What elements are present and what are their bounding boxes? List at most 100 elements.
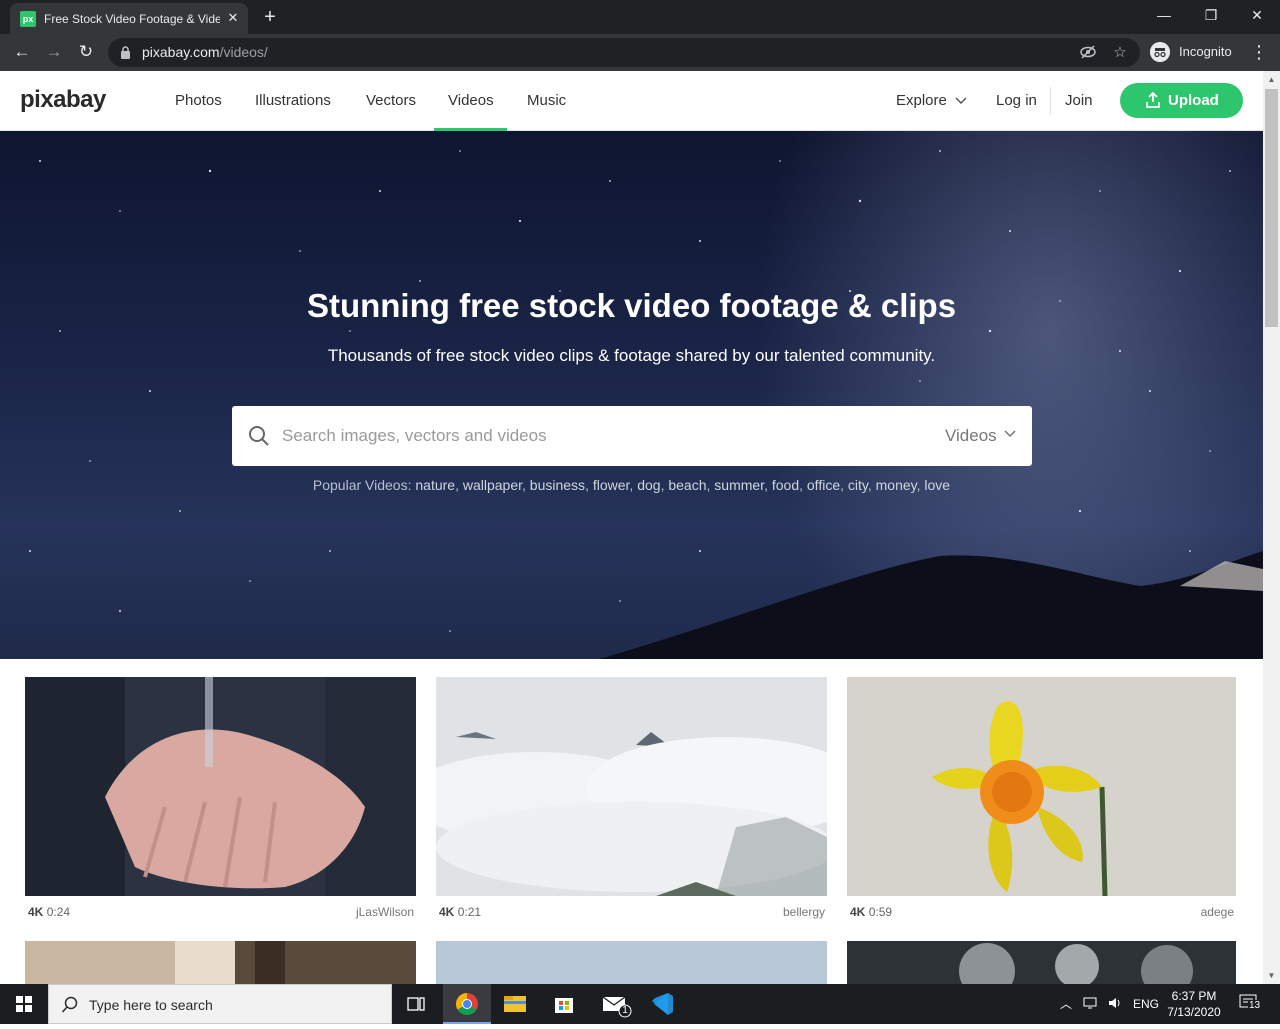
nav-vectors[interactable]: Vectors — [366, 91, 416, 111]
incognito-label: Incognito — [1179, 44, 1232, 59]
video-author-link[interactable]: jLasWilson — [356, 904, 414, 920]
login-link[interactable]: Log in — [996, 91, 1037, 111]
video-meta: 4K 0:59 — [850, 905, 893, 919]
reload-icon[interactable]: ↻ — [72, 39, 100, 67]
video-thumbnail[interactable] — [436, 941, 827, 984]
browser-tab-strip: px Free Stock Video Footage & Videos ✕ +… — [0, 0, 1280, 34]
video-thumbnail[interactable] — [847, 941, 1236, 984]
taskbar-search-box[interactable]: Type here to search — [48, 984, 392, 1024]
eye-slash-icon[interactable] — [1078, 43, 1098, 63]
hero-banner: Stunning free stock video footage & clip… — [0, 131, 1263, 659]
video-meta: 4K 0:24 — [28, 905, 71, 919]
nav-music[interactable]: Music — [527, 91, 566, 111]
action-center-icon[interactable]: 13 — [1238, 992, 1262, 1019]
video-card[interactable]: 4K 0:21 bellergy — [436, 677, 827, 920]
chrome-taskbar-icon[interactable] — [443, 984, 491, 1024]
minimize-window-icon[interactable]: — — [1141, 0, 1187, 32]
popular-term-link[interactable]: food — [772, 477, 799, 493]
video-card[interactable] — [436, 941, 827, 984]
nav-divider — [1050, 87, 1051, 115]
incognito-profile-button[interactable]: Incognito — [1146, 39, 1238, 65]
video-card[interactable] — [25, 941, 416, 984]
video-card[interactable]: 4K 0:59 adege — [847, 677, 1236, 920]
video-thumbnail[interactable] — [25, 677, 416, 896]
mail-icon[interactable]: 1 — [590, 984, 638, 1024]
taskbar-search-placeholder: Type here to search — [89, 997, 213, 1013]
video-thumbnail[interactable] — [25, 941, 416, 984]
volume-icon[interactable] — [1107, 995, 1123, 1016]
popular-term-link[interactable]: nature — [415, 477, 455, 493]
popular-term-link[interactable]: love — [924, 477, 950, 493]
restore-window-icon[interactable]: ❐ — [1188, 0, 1234, 32]
hero-subtitle: Thousands of free stock video clips & fo… — [327, 346, 936, 365]
popular-term-link[interactable]: dog — [637, 477, 660, 493]
notification-count: 13 — [1248, 1000, 1262, 1012]
new-tab-plus-icon[interactable]: + — [258, 6, 282, 30]
close-window-icon[interactable]: ✕ — [1234, 0, 1280, 32]
join-link[interactable]: Join — [1065, 91, 1093, 111]
clock-date: 7/13/2020 — [1167, 1005, 1221, 1019]
taskbar-clock[interactable]: 6:37 PM 7/13/2020 — [1162, 988, 1226, 1020]
upload-icon — [1146, 92, 1160, 108]
show-hidden-icons-chevron[interactable]: ︿ — [1060, 995, 1072, 1013]
video-card[interactable] — [847, 941, 1236, 984]
popular-term-link[interactable]: business — [530, 477, 585, 493]
task-view-icon[interactable] — [392, 984, 440, 1024]
file-explorer-icon[interactable] — [491, 984, 539, 1024]
page-scrollbar[interactable]: ▲ ▼ — [1263, 71, 1280, 984]
chevron-down-icon[interactable] — [1004, 428, 1016, 440]
forward-arrow-icon[interactable]: → — [40, 39, 68, 67]
video-author-link[interactable]: bellergy — [783, 904, 825, 920]
language-indicator[interactable]: ENG — [1133, 995, 1159, 1013]
tab-title: Free Stock Video Footage & Videos — [44, 12, 220, 26]
bookmark-star-icon[interactable]: ☆ — [1110, 43, 1130, 63]
video-card[interactable]: 4K 0:24 jLasWilson — [25, 677, 416, 920]
site-navbar: pixabay Photos Illustrations Vectors Vid… — [0, 71, 1263, 131]
video-author-link[interactable]: adege — [1201, 904, 1234, 920]
video-thumbnail[interactable] — [436, 677, 827, 896]
address-bar[interactable]: pixabay.com/videos/ ☆ — [108, 38, 1140, 67]
popular-term-link[interactable]: money — [876, 477, 917, 493]
scrollbar-thumb[interactable] — [1265, 89, 1278, 327]
popular-term-link[interactable]: summer — [714, 477, 764, 493]
search-input[interactable] — [282, 406, 922, 466]
mail-badge: 1 — [622, 1005, 628, 1016]
store-icon[interactable] — [540, 984, 588, 1024]
popular-term-link[interactable]: city — [848, 477, 868, 493]
clock-time: 6:37 PM — [1171, 989, 1217, 1003]
nav-photos[interactable]: Photos — [175, 91, 222, 111]
video-thumbnail[interactable] — [847, 677, 1236, 896]
explore-label: Explore — [896, 92, 947, 109]
vscode-icon[interactable] — [638, 984, 686, 1024]
popular-term-link[interactable]: flower — [593, 477, 630, 493]
popular-searches: Popular Videos: nature, wallpaper, busin… — [312, 477, 951, 493]
upload-button[interactable]: Upload — [1120, 83, 1243, 118]
network-icon[interactable] — [1083, 995, 1099, 1016]
browser-menu-icon[interactable]: ⋮ — [1247, 39, 1271, 67]
nav-videos[interactable]: Videos — [448, 91, 494, 111]
tab-close-icon[interactable]: ✕ — [224, 9, 242, 27]
browser-tab[interactable]: px Free Stock Video Footage & Videos ✕ — [10, 3, 248, 34]
search-type-select[interactable]: Videos — [945, 426, 997, 446]
windows-logo-icon — [16, 996, 32, 1012]
popular-term-link[interactable]: beach — [668, 477, 706, 493]
browser-toolbar: ← → ↻ pixabay.com/videos/ ☆ Incognito ⋮ — [0, 34, 1280, 71]
search-icon[interactable] — [248, 425, 270, 447]
upload-label: Upload — [1168, 92, 1219, 109]
pixabay-logo[interactable]: pixabay — [20, 86, 106, 114]
url-text: pixabay.com/videos/ — [142, 44, 268, 60]
scroll-up-arrow-icon[interactable]: ▲ — [1263, 71, 1280, 88]
scroll-down-arrow-icon[interactable]: ▼ — [1263, 967, 1280, 984]
video-meta: 4K 0:21 — [439, 905, 482, 919]
back-arrow-icon[interactable]: ← — [8, 39, 36, 67]
popular-label: Popular Videos: — [312, 477, 412, 493]
popular-term-link[interactable]: wallpaper — [463, 477, 522, 493]
windows-taskbar: Type here to search 1 ︿ ENG 6:37 PM 7/13… — [0, 984, 1280, 1024]
popular-term-link[interactable]: office — [807, 477, 840, 493]
pixabay-favicon-icon: px — [20, 11, 36, 27]
nav-illustrations[interactable]: Illustrations — [255, 91, 331, 111]
chevron-down-icon — [955, 92, 967, 112]
start-button[interactable] — [0, 984, 48, 1024]
explore-dropdown[interactable]: Explore — [896, 91, 967, 112]
hero-background-image — [29, 150, 1263, 659]
